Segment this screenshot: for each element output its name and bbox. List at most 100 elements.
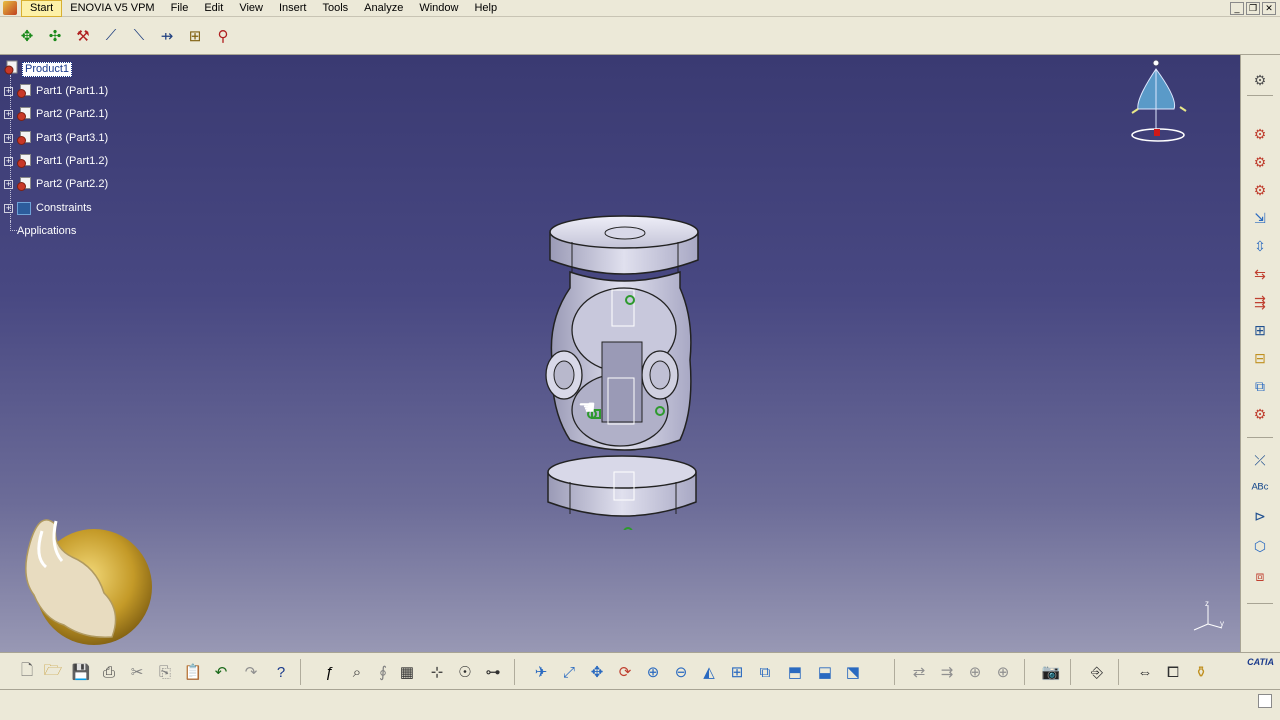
capture-icon[interactable]: 📷	[1040, 661, 1062, 683]
minimize-icon[interactable]: _	[1230, 2, 1244, 15]
menu-edit[interactable]: Edit	[196, 0, 231, 17]
existing-positioning-icon[interactable]: ⇳	[1249, 235, 1271, 257]
tree-connector	[10, 221, 17, 231]
catalog-browser-icon[interactable]: ⎆	[1086, 661, 1108, 683]
tree-node-part[interactable]: + Part2 (Part2.1)	[4, 105, 108, 123]
copy-icon[interactable]: ⎘	[154, 661, 176, 683]
tree-node-part[interactable]: + Part3 (Part3.1)	[4, 129, 108, 147]
toolbar-separator	[1247, 95, 1273, 96]
menu-help[interactable]: Help	[466, 0, 505, 17]
redo-icon[interactable]: ↷	[240, 661, 262, 683]
knowledge-advisor-icon[interactable]: ⌕	[346, 661, 368, 683]
explode-icon[interactable]: ⚒	[72, 25, 94, 47]
replace-component-icon[interactable]: ⇆	[1249, 263, 1271, 285]
tree-node-applications[interactable]: Applications	[17, 225, 76, 237]
zoom-in-icon[interactable]: ⊕	[642, 661, 664, 683]
expand-icon[interactable]: +	[4, 133, 13, 143]
coincidence-constraint-icon[interactable]: ⟋	[100, 25, 122, 47]
menu-enovia[interactable]: ENOVIA V5 VPM	[62, 0, 162, 17]
cut-icon[interactable]: ✂	[126, 661, 148, 683]
new-product-icon[interactable]: ⚙	[1249, 151, 1271, 173]
tree-root-product[interactable]: Product1	[22, 62, 73, 77]
menu-analyze[interactable]: Analyze	[356, 0, 411, 17]
menu-insert[interactable]: Insert	[271, 0, 315, 17]
weld-icon[interactable]: ⬡	[1249, 535, 1271, 557]
restore-icon[interactable]: ❐	[1246, 2, 1260, 15]
open-folder-icon[interactable]: 🗁	[42, 661, 64, 683]
close-icon[interactable]: ✕	[1262, 2, 1276, 15]
command-input[interactable]	[1258, 694, 1272, 708]
menu-file[interactable]: File	[163, 0, 197, 17]
flag-note-icon[interactable]: ⊳	[1249, 505, 1271, 527]
compass-icon[interactable]	[1128, 59, 1192, 143]
menu-view[interactable]: View	[231, 0, 271, 17]
law-icon[interactable]: ∮	[372, 661, 394, 683]
menu-tools[interactable]: Tools	[314, 0, 356, 17]
sectioning-icon[interactable]: ⧠	[1162, 661, 1184, 683]
rotate-icon[interactable]: ⟳	[614, 661, 636, 683]
comments-icon[interactable]: ⊹	[426, 661, 448, 683]
expand-icon[interactable]: +	[4, 179, 13, 189]
tree-node-part[interactable]: + Part1 (Part1.1)	[4, 82, 108, 100]
tree-node-label: Part1 (Part1.1)	[36, 85, 109, 97]
save-icon[interactable]: 💾	[70, 661, 92, 683]
update-icon[interactable]: ⇄	[908, 661, 930, 683]
tree-node-label: Constraints	[36, 202, 92, 214]
disabled-tool-icon[interactable]: ⊕	[964, 661, 986, 683]
catalog-icon[interactable]: ⧈	[1249, 565, 1271, 587]
tree-node-part[interactable]: + Part2 (Part2.2)	[4, 175, 108, 193]
undo-icon[interactable]: ↶	[210, 661, 232, 683]
zoom-out-icon[interactable]: ⊖	[670, 661, 692, 683]
expand-icon[interactable]: +	[4, 109, 13, 119]
snap-icon[interactable]: ✣	[44, 25, 66, 47]
text-annotation-icon[interactable]: ᴬᴮᶜ	[1249, 477, 1271, 499]
shading-icon[interactable]: ⬒	[784, 661, 806, 683]
isometric-view-icon[interactable]: ⧉	[754, 661, 776, 683]
existing-component-icon[interactable]: ⇲	[1249, 207, 1271, 229]
disabled-tool-icon[interactable]: ⊕	[992, 661, 1014, 683]
manipulation-icon[interactable]: ✥	[16, 25, 38, 47]
offset-constraint-icon[interactable]: ⇸	[156, 25, 178, 47]
tree-node-constraints[interactable]: + Constraints	[4, 199, 92, 217]
tree-node-part[interactable]: + Part1 (Part1.2)	[4, 152, 108, 170]
scene-icon[interactable]: ⇔	[1134, 661, 1156, 683]
hide-show-icon[interactable]: ⬓	[814, 661, 836, 683]
gear-icon[interactable]: ⚙	[1249, 69, 1271, 91]
tolerancing-icon[interactable]: ⤫	[1249, 449, 1271, 471]
expand-icon[interactable]: +	[4, 156, 13, 166]
fly-mode-icon[interactable]: ✈	[530, 661, 552, 683]
disabled-tool-icon[interactable]: ⇉	[936, 661, 958, 683]
clash-icon[interactable]: ⚱	[1190, 661, 1212, 683]
catia-logo: CATIA	[1247, 657, 1274, 667]
formula-icon[interactable]: ƒ	[318, 661, 340, 683]
catia-app-icon[interactable]	[3, 1, 17, 15]
multi-instantiation-icon[interactable]: ⚙	[1249, 403, 1271, 425]
multi-view-icon[interactable]: ⊞	[726, 661, 748, 683]
new-component-icon[interactable]: ⚙	[1249, 123, 1271, 145]
selective-load-icon[interactable]: ⊟	[1249, 347, 1271, 369]
table-icon[interactable]: ▦	[396, 661, 418, 683]
paste-icon[interactable]: 📋	[182, 661, 204, 683]
print-icon[interactable]: ⎙	[98, 661, 120, 683]
measure-icon[interactable]: ☉	[454, 661, 476, 683]
expand-icon[interactable]: +	[4, 86, 13, 96]
assembly-features-icon[interactable]: ⊶	[482, 661, 504, 683]
new-document-icon[interactable]: 🗋	[16, 661, 38, 683]
manage-representations-icon[interactable]: ⧉	[1249, 375, 1271, 397]
angle-constraint-icon[interactable]: ⊞	[184, 25, 206, 47]
contact-constraint-icon[interactable]: ⟍	[128, 25, 150, 47]
menu-window[interactable]: Window	[411, 0, 466, 17]
expand-icon[interactable]: +	[4, 203, 13, 213]
fit-all-icon[interactable]: ⤢	[558, 661, 580, 683]
swap-visible-space-icon[interactable]: ⬔	[842, 661, 864, 683]
pan-icon[interactable]: ✥	[586, 661, 608, 683]
tree-node-label: Part2 (Part2.2)	[36, 178, 109, 190]
fix-component-icon[interactable]: ⚲	[212, 25, 234, 47]
menu-start[interactable]: Start	[21, 0, 63, 17]
whats-this-icon[interactable]: ?	[270, 661, 292, 683]
graph-tree-reordering-icon[interactable]: ⇶	[1249, 291, 1271, 313]
new-part-icon[interactable]: ⚙	[1249, 179, 1271, 201]
3d-viewport[interactable]: Product1 + Part1 (Part1.1) + Part2 (Part…	[0, 55, 1240, 652]
generate-numbering-icon[interactable]: ⊞	[1249, 319, 1271, 341]
normal-view-icon[interactable]: ◭	[698, 661, 720, 683]
